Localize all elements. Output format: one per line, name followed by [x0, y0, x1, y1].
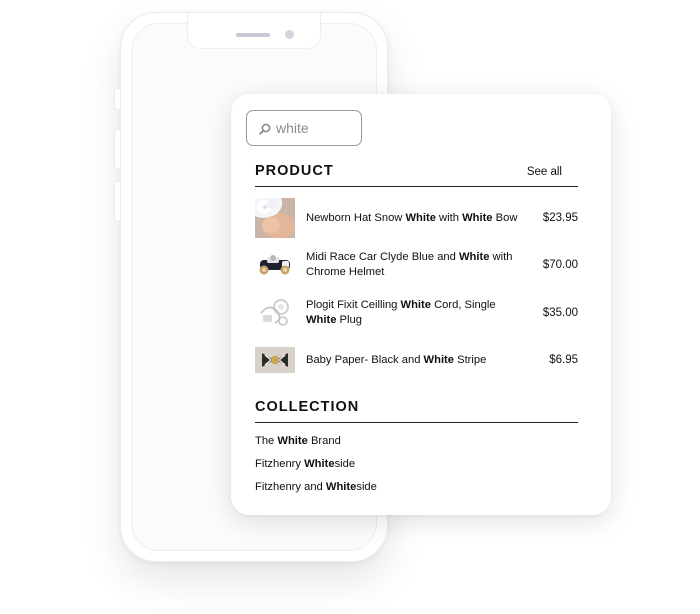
product-row[interactable]: Midi Race Car Clyde Blue and White with … — [255, 245, 578, 285]
ceiling-cord-thumbnail — [255, 293, 295, 333]
collection-item[interactable]: The White Brand — [255, 435, 341, 447]
phone-side-button-volume-down — [114, 181, 120, 221]
product-price: $70.00 — [542, 259, 578, 271]
search-field[interactable] — [246, 110, 362, 146]
collection-item[interactable]: Fitzhenry and Whiteside — [255, 481, 377, 493]
product-name: Plogit Fixit Ceilling White Cord, Single… — [306, 299, 496, 326]
product-price: $35.00 — [542, 307, 578, 319]
baby-hat-thumbnail — [255, 198, 295, 238]
phone-speaker — [236, 33, 270, 37]
phone-side-button-volume-up — [114, 129, 120, 169]
see-all-link[interactable]: See all — [527, 166, 562, 178]
product-name: Newborn Hat Snow White with White Bow — [306, 211, 518, 224]
product-section-header: PRODUCT See all — [255, 157, 578, 187]
phone-notch — [187, 13, 321, 49]
product-name: Midi Race Car Clyde Blue and White with … — [306, 251, 513, 278]
toy-race-car-thumbnail — [255, 245, 295, 285]
phone-camera — [285, 30, 294, 39]
striped-bow-thumbnail — [255, 340, 295, 380]
product-row[interactable]: Newborn Hat Snow White with White Bow $2… — [255, 198, 578, 238]
phone-side-button-mute — [114, 88, 120, 110]
product-row[interactable]: Plogit Fixit Ceilling White Cord, Single… — [255, 293, 578, 333]
search-input[interactable] — [276, 120, 346, 136]
collection-item[interactable]: Fitzhenry Whiteside — [255, 458, 355, 470]
product-section-title: PRODUCT — [255, 163, 334, 179]
collection-section-header: COLLECTION — [255, 393, 578, 423]
product-price: $6.95 — [549, 354, 578, 366]
search-icon — [259, 122, 271, 135]
product-price: $23.95 — [542, 212, 578, 224]
product-row[interactable]: Baby Paper- Black and White Stripe $6.95 — [255, 340, 578, 380]
collection-section-title: COLLECTION — [255, 399, 360, 415]
product-name: Baby Paper- Black and White Stripe — [306, 353, 487, 366]
search-results-panel: PRODUCT See all Newborn Hat Snow White w… — [231, 94, 611, 515]
